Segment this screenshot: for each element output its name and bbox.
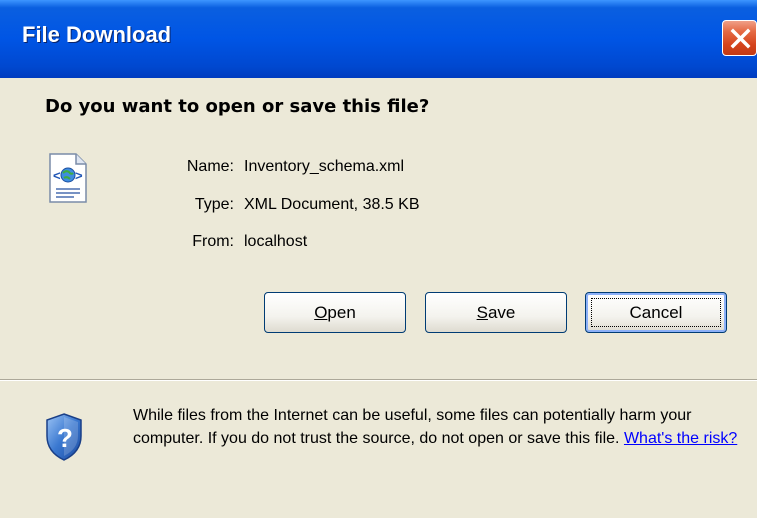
svg-text:<: < bbox=[53, 168, 61, 183]
whats-the-risk-link[interactable]: What's the risk? bbox=[624, 430, 737, 447]
file-type-value: XML Document, 38.5 KB bbox=[244, 196, 420, 213]
open-button-label: pen bbox=[327, 303, 356, 322]
dialog-question: Do you want to open or save this file? bbox=[45, 96, 430, 117]
security-shield-icon: ? bbox=[46, 413, 82, 461]
cancel-button[interactable]: Cancel bbox=[585, 292, 727, 333]
window-title: File Download bbox=[22, 22, 172, 47]
separator bbox=[0, 379, 757, 381]
from-label: From: bbox=[192, 233, 234, 250]
open-button-mnemonic: O bbox=[314, 303, 328, 322]
close-button[interactable] bbox=[722, 20, 757, 56]
file-source-value: localhost bbox=[244, 233, 308, 250]
title-bar[interactable]: File Download bbox=[0, 0, 757, 78]
save-button[interactable]: Save bbox=[425, 292, 567, 333]
svg-text:>: > bbox=[75, 168, 83, 183]
file-name-value: Inventory_schema.xml bbox=[244, 158, 405, 175]
save-button-mnemonic: S bbox=[476, 303, 488, 322]
open-button[interactable]: Open bbox=[264, 292, 406, 333]
name-label: Name: bbox=[186, 158, 234, 175]
xml-document-icon: < > bbox=[49, 153, 87, 203]
focus-ring bbox=[591, 298, 721, 327]
close-icon bbox=[730, 28, 751, 49]
file-download-dialog: File Download Do you want to open or sav… bbox=[0, 0, 757, 518]
svg-text:?: ? bbox=[57, 423, 73, 453]
save-button-label: ave bbox=[487, 303, 516, 322]
security-warning: While files from the Internet can be use… bbox=[133, 404, 743, 450]
warning-text: While files from the Internet can be use… bbox=[133, 407, 692, 447]
type-label: Type: bbox=[194, 196, 234, 213]
